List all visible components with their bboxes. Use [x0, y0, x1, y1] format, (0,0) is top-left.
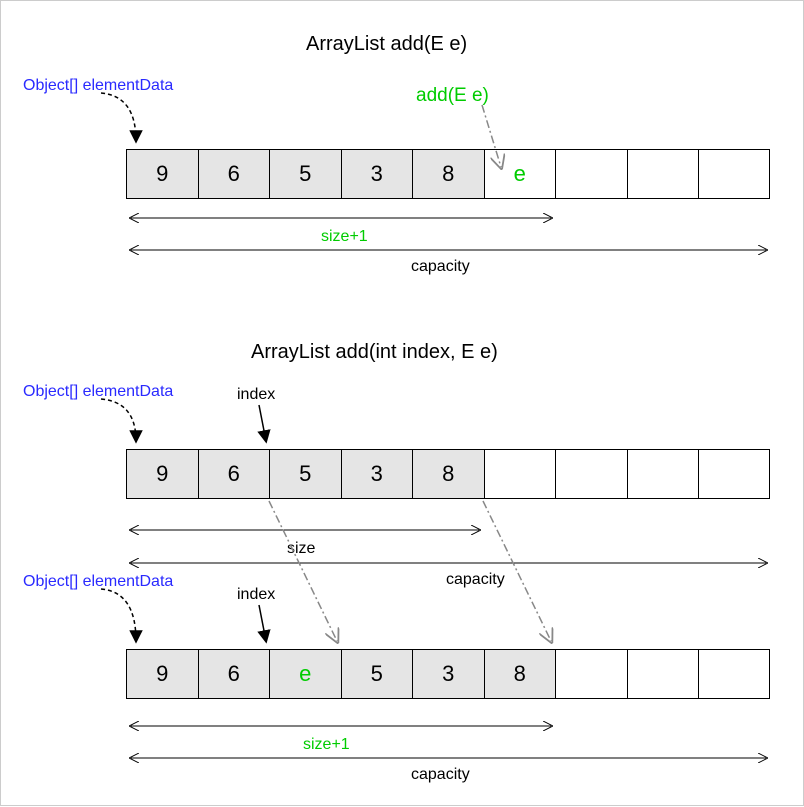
label-elementdata-3: Object[] elementData: [23, 573, 173, 591]
array-cell: [698, 649, 770, 699]
array-cell: 5: [341, 649, 413, 699]
diagram-canvas: ArrayList add(E e) Object[] elementData …: [0, 0, 804, 806]
array-cell: [555, 649, 627, 699]
label-size: size: [287, 540, 315, 558]
array-cell: 9: [126, 149, 198, 199]
title-add-e: ArrayList add(E e): [306, 33, 467, 56]
cell-value: 6: [228, 461, 240, 487]
cell-value: 6: [228, 661, 240, 687]
array-cell: [698, 449, 770, 499]
cell-value: 5: [299, 461, 311, 487]
cell-value: 8: [442, 161, 454, 187]
array-cell: e: [484, 149, 556, 199]
array-cell: 5: [269, 149, 341, 199]
array-cell: 3: [412, 649, 484, 699]
index-arrow-icon: [259, 605, 266, 641]
array-cell: 8: [412, 449, 484, 499]
shift-arrow-icon: [269, 501, 337, 641]
array-cell: 5: [269, 449, 341, 499]
label-add-call: add(E e): [416, 85, 489, 107]
cell-value: 9: [156, 161, 168, 187]
cell-value: 8: [514, 661, 526, 687]
pointer-arrow-icon: [101, 589, 136, 641]
array-cell: 9: [126, 449, 198, 499]
array-2: 9 6 5 3 8: [126, 449, 770, 499]
array-cell: 8: [484, 649, 556, 699]
array-cell: [484, 449, 556, 499]
cell-value: 3: [371, 461, 383, 487]
index-arrow-icon: [259, 405, 266, 441]
label-capacity-1: capacity: [411, 258, 470, 276]
pointer-arrow-icon: [101, 399, 136, 441]
label-capacity-2: capacity: [446, 571, 505, 589]
label-elementdata-2: Object[] elementData: [23, 383, 173, 401]
label-elementdata-1: Object[] elementData: [23, 77, 173, 95]
array-cell: [698, 149, 770, 199]
label-index-2: index: [237, 586, 275, 604]
array-cell: [627, 149, 699, 199]
label-capacity-3: capacity: [411, 766, 470, 784]
array-cell: [555, 449, 627, 499]
array-cell: 6: [198, 149, 270, 199]
label-size-plus1-1: size+1: [321, 228, 368, 246]
array-3: 9 6 e 5 3 8: [126, 649, 770, 699]
cell-value: 3: [442, 661, 454, 687]
cell-value: 5: [299, 161, 311, 187]
array-cell: e: [269, 649, 341, 699]
label-size-plus1-2: size+1: [303, 736, 350, 754]
cell-value: 6: [228, 161, 240, 187]
array-cell: 6: [198, 649, 270, 699]
cell-value: 8: [442, 461, 454, 487]
array-cell: 6: [198, 449, 270, 499]
array-cell: [627, 449, 699, 499]
array-cell: 8: [412, 149, 484, 199]
array-cell: 3: [341, 449, 413, 499]
array-1: 9 6 5 3 8 e: [126, 149, 770, 199]
label-index-1: index: [237, 386, 275, 404]
cell-value: e: [299, 661, 311, 687]
array-cell: 3: [341, 149, 413, 199]
cell-value: 3: [371, 161, 383, 187]
array-cell: [627, 649, 699, 699]
cell-value: e: [514, 161, 526, 187]
pointer-arrow-icon: [101, 93, 136, 141]
array-cell: [555, 149, 627, 199]
title-add-index: ArrayList add(int index, E e): [251, 341, 498, 364]
array-cell: 9: [126, 649, 198, 699]
cell-value: 9: [156, 661, 168, 687]
cell-value: 5: [371, 661, 383, 687]
cell-value: 9: [156, 461, 168, 487]
